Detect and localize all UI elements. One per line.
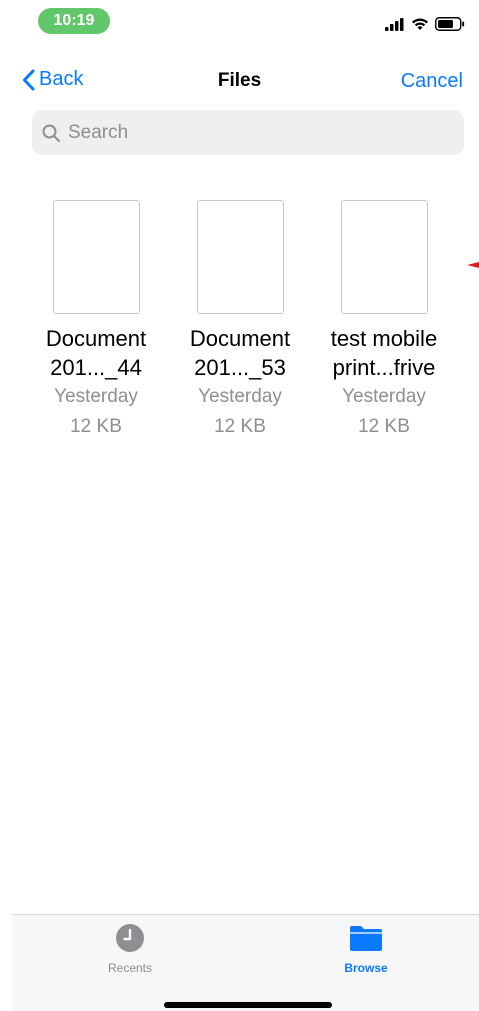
- file-size: 12 KB: [358, 416, 410, 437]
- file-item[interactable]: test mobile print...frive Yesterday 12 K…: [318, 200, 450, 442]
- file-name-line-1: Document: [45, 326, 147, 351]
- folder-icon: [350, 926, 382, 951]
- file-name: Document 201..._53: [174, 324, 306, 382]
- navigation-bar: Back Files Cancel: [0, 62, 479, 102]
- tab-browse[interactable]: Browse: [306, 923, 426, 975]
- search-input[interactable]: [68, 121, 448, 144]
- tab-recents-label: Recents: [107, 961, 153, 975]
- file-date: Yesterday: [198, 386, 282, 407]
- status-time: 10:19: [38, 8, 110, 34]
- wifi-icon: [412, 18, 428, 30]
- battery-icon: [435, 17, 465, 31]
- file-name: test mobile print...frive: [318, 324, 450, 382]
- document-thumbnail: [196, 200, 284, 314]
- tab-browse-label: Browse: [344, 961, 388, 975]
- cellular-signal-icon: [385, 17, 404, 31]
- search-icon: [42, 124, 60, 142]
- cancel-button[interactable]: Cancel: [401, 70, 463, 93]
- search-bar[interactable]: [32, 110, 464, 155]
- file-date: Yesterday: [54, 386, 138, 407]
- status-bar: 10:19: [0, 0, 479, 46]
- clock-icon: [116, 924, 144, 952]
- file-grid: Document 201..._44 Yesterday 12 KB Docum…: [30, 200, 462, 460]
- document-thumbnail: [340, 200, 428, 314]
- file-item[interactable]: Document 201..._53 Yesterday 12 KB: [174, 200, 306, 442]
- tab-bar: Recents Browse: [12, 914, 479, 1011]
- file-size: 12 KB: [214, 416, 266, 437]
- file-item[interactable]: Document 201..._44 Yesterday 12 KB: [30, 200, 162, 442]
- file-name: Document 201..._44: [30, 324, 162, 382]
- file-name-line-2: 201..._44: [50, 355, 142, 380]
- document-thumbnail: [52, 200, 140, 314]
- file-date: Yesterday: [342, 386, 426, 407]
- pointer-arrow-icon: [467, 262, 479, 268]
- file-size: 12 KB: [70, 416, 122, 437]
- file-name-line-1: test mobile: [330, 326, 438, 351]
- file-name-line-2: print...frive: [332, 355, 436, 380]
- status-icons: [385, 14, 465, 34]
- file-name-line-2: 201..._53: [194, 355, 286, 380]
- home-indicator[interactable]: [164, 1002, 332, 1008]
- tab-recents[interactable]: Recents: [70, 923, 190, 975]
- file-name-line-1: Document: [189, 326, 291, 351]
